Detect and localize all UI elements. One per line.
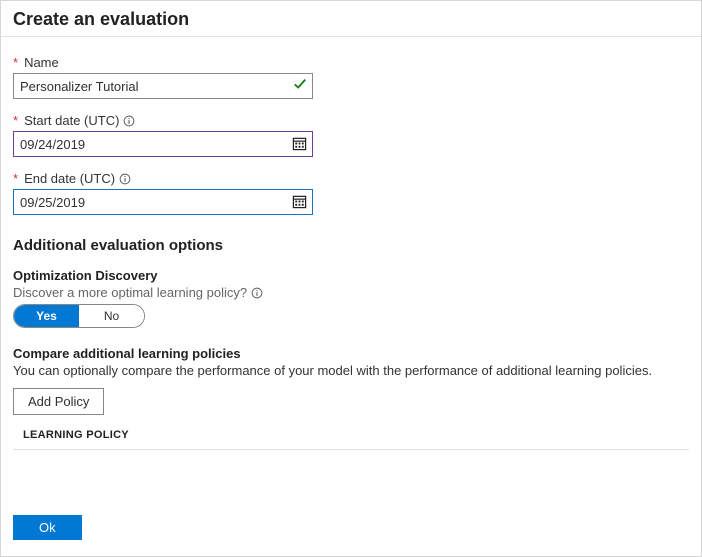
- end-date-label-row: * End date (UTC): [13, 171, 689, 186]
- field-start-date: * Start date (UTC): [13, 113, 689, 157]
- panel-footer: Ok: [13, 515, 82, 540]
- create-evaluation-panel: Create an evaluation * Name * Start date…: [0, 0, 702, 557]
- required-star-icon: *: [13, 171, 18, 186]
- required-star-icon: *: [13, 55, 18, 70]
- start-date-input[interactable]: [13, 131, 313, 157]
- add-policy-button[interactable]: Add Policy: [13, 388, 104, 415]
- name-label: Name: [24, 55, 59, 70]
- end-date-input[interactable]: [13, 189, 313, 215]
- info-icon[interactable]: [123, 115, 135, 127]
- info-icon[interactable]: [119, 173, 131, 185]
- ok-button[interactable]: Ok: [13, 515, 82, 540]
- calendar-icon[interactable]: [292, 136, 307, 154]
- optimization-discovery-desc: Discover a more optimal learning policy?: [13, 285, 247, 300]
- end-date-input-wrap: [13, 189, 313, 215]
- info-icon[interactable]: [251, 287, 263, 299]
- field-name: * Name: [13, 55, 689, 99]
- compare-policies-desc: You can optionally compare the performan…: [13, 363, 689, 378]
- learning-policy-column-header: LEARNING POLICY: [13, 429, 689, 450]
- optimization-discovery-desc-row: Discover a more optimal learning policy?: [13, 285, 689, 300]
- name-input-wrap: [13, 73, 313, 99]
- field-end-date: * End date (UTC): [13, 171, 689, 215]
- start-date-label-row: * Start date (UTC): [13, 113, 689, 128]
- end-date-label: End date (UTC): [24, 171, 115, 186]
- optimization-discovery-heading: Optimization Discovery: [13, 268, 689, 283]
- compare-policies-heading: Compare additional learning policies: [13, 346, 689, 361]
- panel-title: Create an evaluation: [13, 9, 689, 30]
- calendar-icon[interactable]: [292, 194, 307, 212]
- panel-header: Create an evaluation: [1, 1, 701, 37]
- name-label-row: * Name: [13, 55, 689, 70]
- toggle-no[interactable]: No: [79, 305, 144, 327]
- start-date-label: Start date (UTC): [24, 113, 119, 128]
- name-input[interactable]: [13, 73, 313, 99]
- optimization-toggle[interactable]: Yes No: [13, 304, 145, 328]
- required-star-icon: *: [13, 113, 18, 128]
- additional-options-heading: Additional evaluation options: [13, 237, 689, 254]
- panel-body: * Name * Start date (UTC): [1, 37, 701, 462]
- start-date-input-wrap: [13, 131, 313, 157]
- toggle-yes[interactable]: Yes: [14, 305, 79, 327]
